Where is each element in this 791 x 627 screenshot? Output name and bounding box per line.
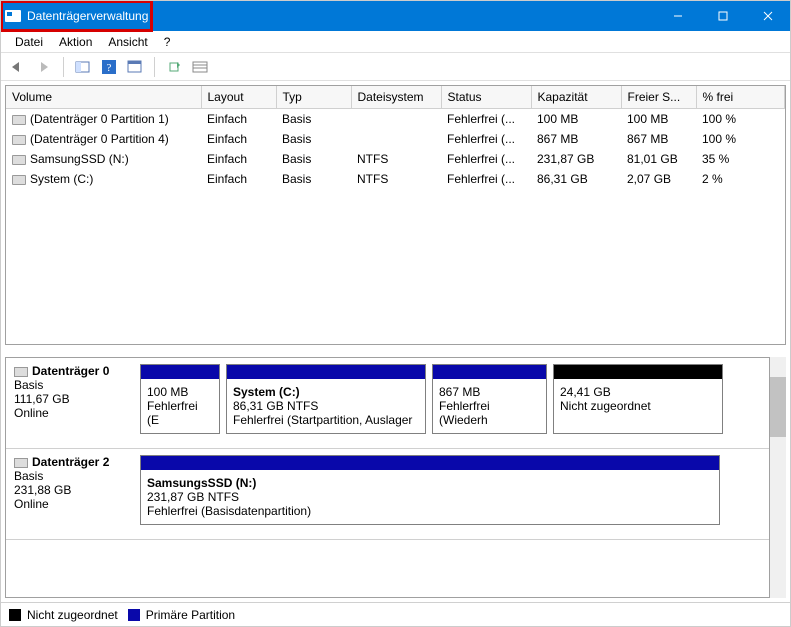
maximize-button[interactable] [700, 1, 745, 31]
back-button[interactable] [7, 57, 29, 77]
partition-color-bar [141, 365, 219, 379]
partition-color-bar [141, 456, 719, 470]
vertical-scrollbar[interactable] [770, 357, 786, 598]
table-row[interactable]: System (C:)EinfachBasisNTFSFehlerfrei (.… [6, 169, 785, 189]
col-free[interactable]: Freier S... [621, 86, 696, 109]
col-filesystem[interactable]: Dateisystem [351, 86, 441, 109]
forward-button[interactable] [33, 57, 55, 77]
col-layout[interactable]: Layout [201, 86, 276, 109]
partition[interactable]: System (C:)86,31 GB NTFSFehlerfrei (Star… [226, 364, 426, 434]
disk-map-pane: Datenträger 0Basis111,67 GBOnline100 MBF… [5, 357, 786, 598]
partition-color-bar [554, 365, 722, 379]
titlebar[interactable]: Datenträgerverwaltung [1, 1, 790, 31]
disk-row: Datenträger 0Basis111,67 GBOnline100 MBF… [6, 358, 769, 449]
toolbar-separator [154, 57, 155, 77]
content-area: Volume Layout Typ Dateisystem Status Kap… [1, 81, 790, 626]
table-header-row: Volume Layout Typ Dateisystem Status Kap… [6, 86, 785, 109]
volume-table: Volume Layout Typ Dateisystem Status Kap… [6, 86, 785, 189]
disk-icon [14, 367, 28, 377]
legend-unallocated: Nicht zugeordnet [27, 608, 118, 622]
menu-file[interactable]: Datei [7, 33, 51, 51]
drive-icon [12, 115, 26, 125]
disk-label[interactable]: Datenträger 2Basis231,88 GBOnline [10, 455, 140, 525]
properties-button[interactable] [124, 57, 146, 77]
menu-help[interactable]: ? [156, 33, 179, 51]
volume-list-pane[interactable]: Volume Layout Typ Dateisystem Status Kap… [5, 85, 786, 345]
menubar: Datei Aktion Ansicht ? [1, 31, 790, 53]
disk-row: Datenträger 2Basis231,88 GBOnlineSamsung… [6, 449, 769, 540]
drive-icon [12, 175, 26, 185]
app-icon [5, 10, 21, 22]
col-pctfree[interactable]: % frei [696, 86, 785, 109]
swatch-primary [128, 609, 140, 621]
partition[interactable]: 867 MBFehlerfrei (Wiederh [432, 364, 547, 434]
close-button[interactable] [745, 1, 790, 31]
toolbar: ? [1, 53, 790, 81]
col-capacity[interactable]: Kapazität [531, 86, 621, 109]
col-type[interactable]: Typ [276, 86, 351, 109]
partition[interactable]: 24,41 GBNicht zugeordnet [553, 364, 723, 434]
disk-icon [14, 458, 28, 468]
window-title: Datenträgerverwaltung [27, 9, 148, 23]
menu-view[interactable]: Ansicht [100, 33, 155, 51]
partition-container: SamsungsSSD (N:)231,87 GB NTFSFehlerfrei… [140, 455, 765, 525]
scrollbar-thumb[interactable] [770, 377, 786, 437]
table-row[interactable]: (Datenträger 0 Partition 4)EinfachBasisF… [6, 129, 785, 149]
partition[interactable]: 100 MBFehlerfrei (E [140, 364, 220, 434]
drive-icon [12, 135, 26, 145]
disk-label[interactable]: Datenträger 0Basis111,67 GBOnline [10, 364, 140, 434]
swatch-unallocated [9, 609, 21, 621]
table-row[interactable]: SamsungSSD (N:)EinfachBasisNTFSFehlerfre… [6, 149, 785, 169]
show-hide-tree-button[interactable] [72, 57, 94, 77]
refresh-button[interactable] [163, 57, 185, 77]
svg-text:?: ? [107, 62, 112, 74]
legend: Nicht zugeordnet Primäre Partition [1, 602, 790, 626]
col-status[interactable]: Status [441, 86, 531, 109]
table-row[interactable]: (Datenträger 0 Partition 1)EinfachBasisF… [6, 109, 785, 130]
splitter[interactable] [1, 349, 790, 357]
disk-management-window: Datenträgerverwaltung Datei Aktion Ansic… [0, 0, 791, 627]
partition[interactable]: SamsungsSSD (N:)231,87 GB NTFSFehlerfrei… [140, 455, 720, 525]
titlebar-left: Datenträgerverwaltung [1, 1, 152, 31]
window-controls [655, 1, 790, 31]
toolbar-separator [63, 57, 64, 77]
partition-container: 100 MBFehlerfrei (ESystem (C:)86,31 GB N… [140, 364, 765, 434]
view-list-button[interactable] [189, 57, 211, 77]
partition-color-bar [433, 365, 546, 379]
menu-action[interactable]: Aktion [51, 33, 100, 51]
drive-icon [12, 155, 26, 165]
legend-primary: Primäre Partition [146, 608, 235, 622]
disk-area[interactable]: Datenträger 0Basis111,67 GBOnline100 MBF… [5, 357, 770, 598]
partition-color-bar [227, 365, 425, 379]
col-volume[interactable]: Volume [6, 86, 201, 109]
help-button[interactable]: ? [98, 57, 120, 77]
minimize-button[interactable] [655, 1, 700, 31]
